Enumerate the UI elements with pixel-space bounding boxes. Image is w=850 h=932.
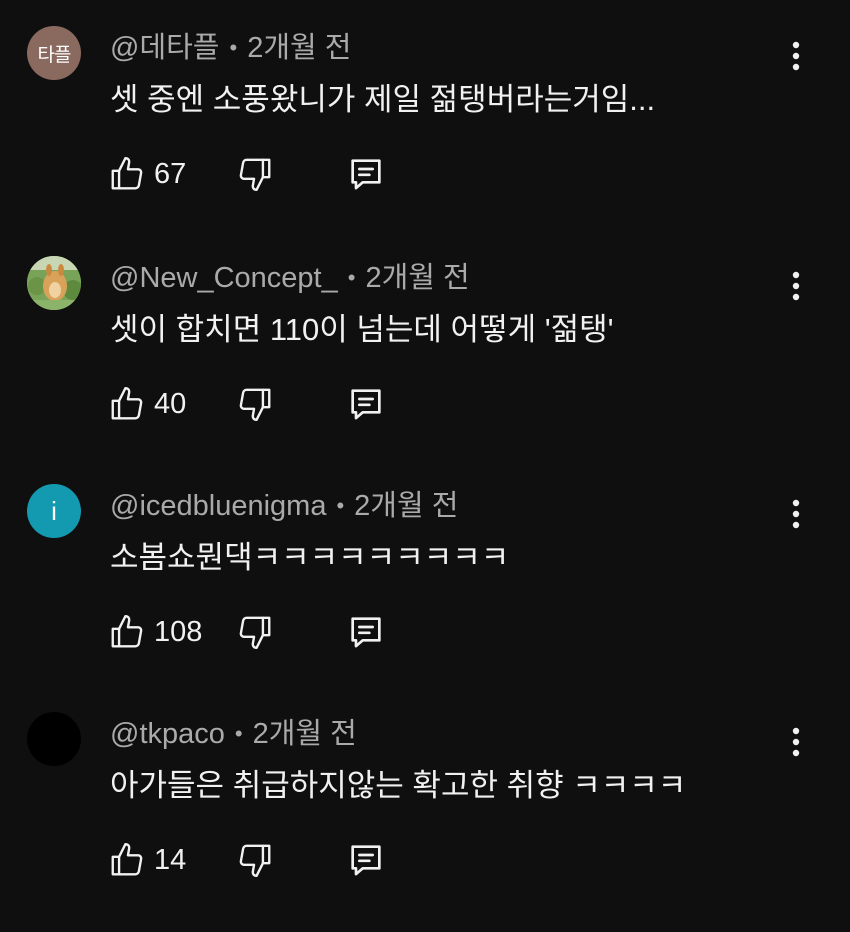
meta-separator: • <box>336 493 345 518</box>
comment-item: i @icedbluenigma • 2개월 전 소봄쇼뭔댁ㅋㅋㅋㅋㅋㅋㅋㅋㅋ 10… <box>0 484 850 704</box>
comment-time[interactable]: 2개월 전 <box>354 490 458 522</box>
reply-icon <box>346 612 386 652</box>
thumbs-down-icon <box>236 155 274 193</box>
more-button[interactable] <box>780 266 812 306</box>
comment-author[interactable]: @tkpaco <box>110 718 225 750</box>
thumbs-up-icon <box>108 155 146 193</box>
dislike-button[interactable] <box>236 610 276 654</box>
comment-author[interactable]: @icedbluenigma <box>110 490 326 522</box>
dislike-button[interactable] <box>236 838 276 882</box>
thumbs-down-icon <box>236 385 274 423</box>
reply-button[interactable] <box>346 610 390 654</box>
comment-item: 타플 @데타플 • 2개월 전 셋 중엔 소풍왔니가 제일 젊탱버라는거임... 6… <box>0 26 850 246</box>
thumbs-up-icon <box>108 385 146 423</box>
thumbs-down-icon <box>236 841 274 879</box>
meta-separator: • <box>347 265 356 290</box>
more-vertical-icon <box>791 727 801 757</box>
comment-author[interactable]: @New_Concept_ <box>110 262 338 294</box>
comment-author[interactable]: @데타플 <box>110 32 219 64</box>
more-vertical-icon <box>791 41 801 71</box>
like-button[interactable]: 67 <box>108 152 186 196</box>
comment-time[interactable]: 2개월 전 <box>247 32 351 64</box>
more-button[interactable] <box>780 494 812 534</box>
like-count: 40 <box>154 387 187 420</box>
dislike-button[interactable] <box>236 382 276 426</box>
reply-button[interactable] <box>346 382 390 426</box>
comment-time[interactable]: 2개월 전 <box>253 718 357 750</box>
reply-button[interactable] <box>346 152 390 196</box>
like-count: 67 <box>154 157 187 190</box>
comment-item: @New_Concept_ • 2개월 전 셋이 합치면 110이 넘는데 어떻게 … <box>0 256 850 476</box>
reply-icon <box>346 384 386 424</box>
thumbs-up-icon <box>108 613 146 651</box>
comment-meta: @데타플 • 2개월 전 <box>110 28 351 68</box>
reply-icon <box>346 154 386 194</box>
comment-text: 셋 중엔 소풍왔니가 제일 젊탱버라는거임... <box>110 82 656 117</box>
comment-time[interactable]: 2개월 전 <box>365 262 469 294</box>
thumbs-up-icon <box>108 841 146 879</box>
thumbs-down-icon <box>236 613 274 651</box>
comment-text: 셋이 합치면 110이 넘는데 어떻게 '젊탱' <box>110 312 614 347</box>
avatar[interactable] <box>27 256 81 310</box>
like-button[interactable]: 14 <box>108 838 186 882</box>
comment-meta: @tkpaco • 2개월 전 <box>110 714 357 754</box>
avatar-initials: 타플 <box>37 43 72 66</box>
more-button[interactable] <box>780 36 812 76</box>
like-button[interactable]: 108 <box>108 610 202 654</box>
avatar[interactable]: 타플 <box>27 26 81 80</box>
meta-separator: • <box>229 35 238 60</box>
comment-item: @tkpaco • 2개월 전 아가들은 취급하지않는 확고한 취향 ㅋㅋㅋㅋ 14 <box>0 712 850 932</box>
dog-avatar-image <box>27 256 81 310</box>
more-vertical-icon <box>791 499 801 529</box>
comment-meta: @icedbluenigma • 2개월 전 <box>110 486 458 526</box>
reply-icon <box>346 840 386 880</box>
more-vertical-icon <box>791 271 801 301</box>
like-button[interactable]: 40 <box>108 382 186 426</box>
avatar-initials: i <box>51 495 57 526</box>
more-button[interactable] <box>780 722 812 762</box>
meta-separator: • <box>234 721 243 746</box>
dislike-button[interactable] <box>236 152 276 196</box>
reply-button[interactable] <box>346 838 390 882</box>
avatar[interactable]: i <box>27 484 81 538</box>
comment-text: 아가들은 취급하지않는 확고한 취향 ㅋㅋㅋㅋ <box>110 768 687 803</box>
comment-meta: @New_Concept_ • 2개월 전 <box>110 258 470 298</box>
avatar[interactable] <box>27 712 81 766</box>
comment-text: 소봄쇼뭔댁ㅋㅋㅋㅋㅋㅋㅋㅋㅋ <box>110 540 510 575</box>
like-count: 14 <box>154 843 187 876</box>
like-count: 108 <box>154 615 203 648</box>
